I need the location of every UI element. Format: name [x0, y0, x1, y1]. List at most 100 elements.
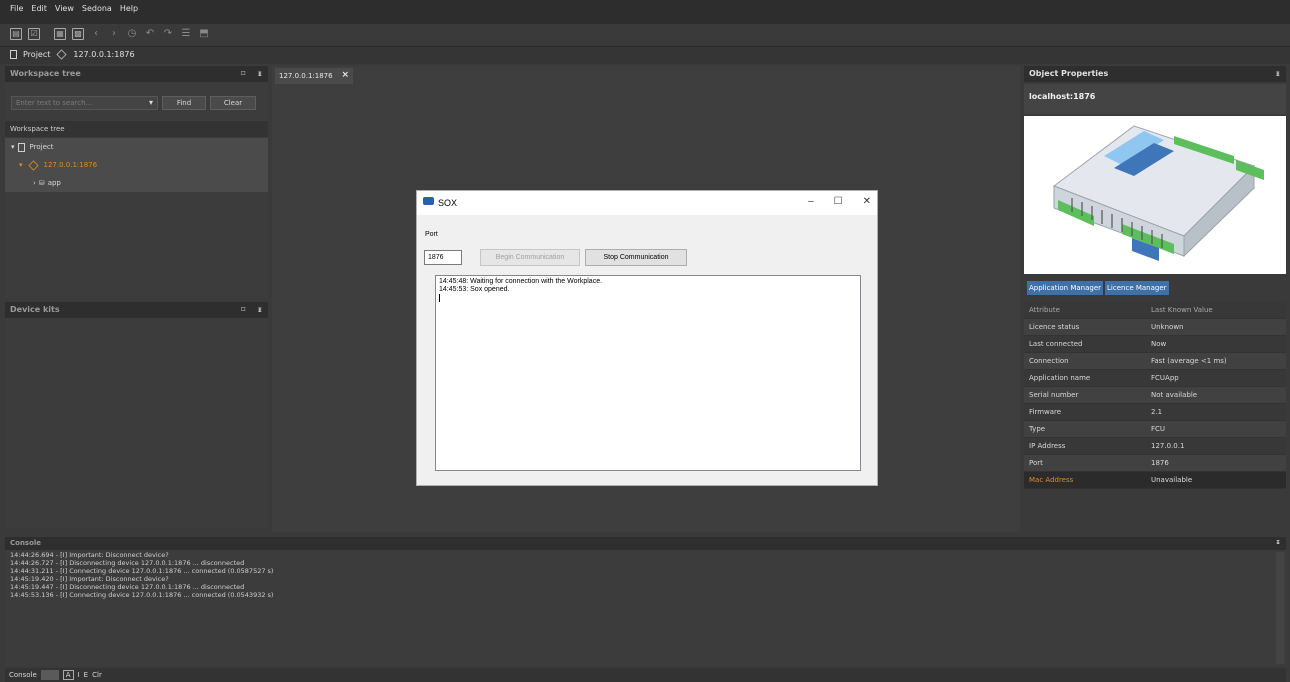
- property-row[interactable]: Licence status Unknown: [1024, 319, 1286, 336]
- tree-item-app[interactable]: › ⛁ app: [5, 174, 268, 192]
- find-button[interactable]: Find: [162, 96, 206, 110]
- dialog-titlebar: SOX – ☐ ✕: [417, 191, 877, 215]
- breadcrumb-project[interactable]: Project: [23, 50, 50, 59]
- menu-sedona[interactable]: Sedona: [82, 4, 112, 13]
- close-icon[interactable]: ×: [341, 70, 349, 80]
- document-icon: [17, 142, 25, 152]
- back-icon[interactable]: ‹: [90, 28, 102, 40]
- restore-icon[interactable]: ▫: [241, 68, 246, 77]
- console-footer-label: Console: [9, 671, 37, 679]
- dropdown-arrow-icon[interactable]: ▾: [149, 98, 153, 107]
- property-row[interactable]: Port 1876: [1024, 455, 1286, 472]
- deploy-icon[interactable]: ⬒: [198, 28, 210, 40]
- device-kits-panel: [5, 302, 268, 528]
- console-line: 14:45:19.420 - [I] Important: Disconnect…: [10, 575, 169, 583]
- filter-error-button[interactable]: E: [84, 671, 88, 679]
- window-icon[interactable]: ▤: [10, 28, 22, 40]
- console-filter-input[interactable]: [40, 670, 59, 680]
- console-line: 14:45:53.136 - [I] Connecting device 127…: [10, 591, 274, 599]
- tree-item-label: Project: [29, 143, 54, 151]
- property-name: Port: [1029, 459, 1043, 467]
- log-line: 14:45:53: Sox opened.: [439, 286, 510, 293]
- clear-console-button[interactable]: Clr: [92, 671, 102, 679]
- console-line: 14:44:26.727 - [I] Disconnecting device …: [10, 559, 245, 567]
- console-footer: Console A I E Clr: [5, 668, 1286, 682]
- property-row[interactable]: Firmware 2.1: [1024, 404, 1286, 421]
- console-scrollbar[interactable]: [1276, 552, 1284, 664]
- property-row[interactable]: Type FCU: [1024, 421, 1286, 438]
- document-icon: [10, 50, 17, 59]
- property-row[interactable]: Serial number Not available: [1024, 387, 1286, 404]
- dialog-title: SOX: [438, 198, 458, 208]
- filter-info-button[interactable]: I: [78, 671, 80, 679]
- property-name: Licence status: [1029, 323, 1080, 331]
- menu-edit[interactable]: Edit: [31, 4, 47, 13]
- pin-icon[interactable]: ᵻ: [1276, 538, 1280, 546]
- begin-communication-button[interactable]: Begin Communication: [480, 249, 580, 266]
- property-row[interactable]: Last connected Now: [1024, 336, 1286, 353]
- menu-file[interactable]: File: [10, 4, 23, 13]
- expand-icon[interactable]: ▾: [11, 143, 15, 151]
- property-value: Now: [1151, 340, 1167, 348]
- device-image: [1024, 116, 1286, 274]
- object-properties-tabs: Application Manager Licence Manager: [1024, 278, 1286, 298]
- console-line: 14:44:31.211 - [I] Connecting device 127…: [10, 567, 274, 575]
- property-name: Mac Address: [1029, 476, 1074, 484]
- console-line: 14:44:26.694 - [I] Important: Disconnect…: [10, 551, 169, 559]
- property-row[interactable]: Connection Fast (average <1 ms): [1024, 353, 1286, 370]
- pin-icon[interactable]: ᵻ: [258, 69, 262, 78]
- pin-icon[interactable]: ᵻ: [258, 305, 262, 314]
- search-input[interactable]: Enter text to search... ▾: [11, 96, 158, 110]
- breadcrumb: Project 127.0.0.1:1876: [10, 49, 135, 60]
- breadcrumb-device[interactable]: 127.0.0.1:1876: [73, 50, 134, 59]
- tab-application-manager[interactable]: Application Manager: [1027, 281, 1104, 295]
- tree-item-label: app: [47, 179, 61, 187]
- history-icon[interactable]: ◷: [126, 28, 138, 40]
- grid-alt-icon[interactable]: ▩: [72, 28, 84, 40]
- property-value: 1876: [1151, 459, 1169, 467]
- minimize-icon[interactable]: –: [808, 196, 814, 207]
- clear-button[interactable]: Clear: [210, 96, 256, 110]
- property-row[interactable]: IP Address 127.0.0.1: [1024, 438, 1286, 455]
- search-row: Enter text to search... ▾ Find Clear: [11, 96, 256, 110]
- menu-view[interactable]: View: [55, 4, 74, 13]
- workspace-tree-subheader: Workspace tree: [5, 121, 268, 137]
- sox-dialog: SOX – ☐ ✕ Port 1876 Begin Communication …: [416, 190, 878, 486]
- checklist-icon[interactable]: ☑: [28, 28, 40, 40]
- tree-item-project[interactable]: ▾ Project: [5, 138, 268, 156]
- redo-icon[interactable]: ↷: [162, 28, 174, 40]
- pin-icon[interactable]: ᵻ: [1276, 69, 1280, 78]
- value-column-header: Last Known Value: [1151, 306, 1213, 314]
- tab-licence-manager[interactable]: Licence Manager: [1105, 281, 1169, 295]
- close-icon[interactable]: ✕: [863, 196, 871, 207]
- property-value: FCUApp: [1151, 374, 1179, 382]
- search-placeholder: Enter text to search...: [16, 99, 93, 107]
- communication-log[interactable]: 14:45:48: Waiting for connection with th…: [435, 275, 861, 471]
- maximize-icon[interactable]: ☐: [834, 196, 843, 207]
- property-value: Fast (average <1 ms): [1151, 357, 1227, 365]
- forward-icon[interactable]: ›: [108, 28, 120, 40]
- property-value: Not available: [1151, 391, 1198, 399]
- property-row[interactable]: Application name FCUApp: [1024, 370, 1286, 387]
- console-output[interactable]: 14:44:26.694 - [I] Important: Disconnect…: [5, 550, 1286, 666]
- expand-icon[interactable]: ▾: [19, 161, 23, 169]
- list-icon[interactable]: ☰: [180, 28, 192, 40]
- property-value: 2.1: [1151, 408, 1163, 416]
- undo-icon[interactable]: ↶: [144, 28, 156, 40]
- stop-communication-button[interactable]: Stop Communication: [585, 249, 687, 266]
- property-name: Last connected: [1029, 340, 1083, 348]
- property-value: Unknown: [1151, 323, 1184, 331]
- filter-all-button[interactable]: A: [62, 670, 74, 680]
- expand-icon[interactable]: ›: [33, 179, 36, 187]
- port-label: Port: [425, 231, 438, 238]
- tab-device[interactable]: 127.0.0.1:1876 ×: [275, 68, 353, 84]
- property-row-selected[interactable]: Mac Address Unavailable: [1024, 472, 1286, 489]
- menu-help[interactable]: Help: [120, 4, 138, 13]
- restore-icon[interactable]: ▫: [241, 304, 246, 313]
- port-input[interactable]: 1876: [424, 250, 462, 265]
- grid-icon[interactable]: ▦: [54, 28, 66, 40]
- log-line: 14:45:48: Waiting for connection with th…: [439, 278, 603, 285]
- tree-item-label: 127.0.0.1:1876: [43, 161, 98, 169]
- tree-item-device[interactable]: ▾ 127.0.0.1:1876: [5, 156, 268, 174]
- sox-app-icon: [423, 197, 434, 205]
